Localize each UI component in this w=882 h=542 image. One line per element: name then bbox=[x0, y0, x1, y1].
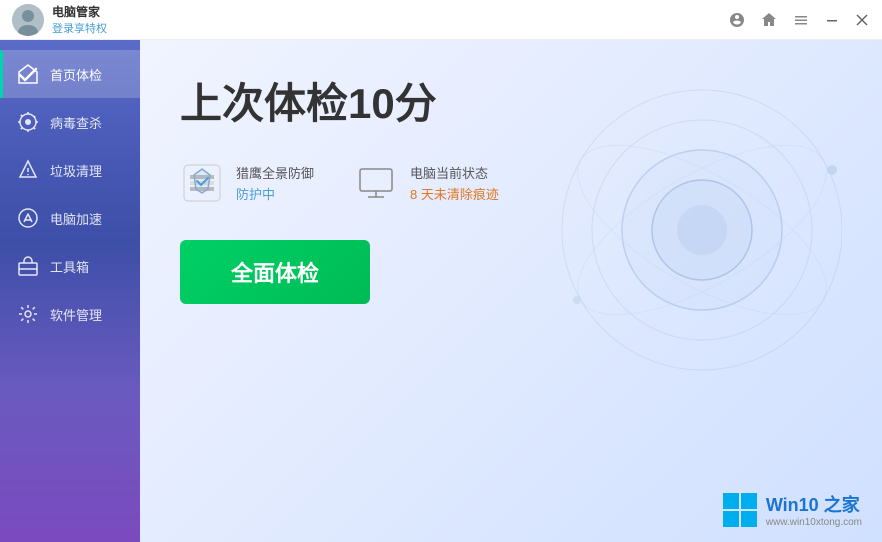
sidebar-item-pc-boost[interactable]: 电脑加速 bbox=[0, 194, 140, 242]
status-card-anti-virus: 猎鹰全景防御 防护中 bbox=[180, 161, 314, 205]
content-area: 上次体检10分 猎鹰全景防御 bbox=[140, 40, 882, 542]
windows-logo bbox=[722, 492, 758, 528]
pc-status-card-info: 电脑当前状态 8 天未清除痕迹 bbox=[410, 163, 499, 203]
software-mgmt-icon bbox=[16, 302, 40, 326]
sidebar-item-toolbox[interactable]: 工具箱 bbox=[0, 242, 140, 290]
virus-scan-icon bbox=[16, 110, 40, 134]
main-layout: 首页体检 病毒查杀 垃圾清理 bbox=[0, 40, 882, 542]
home-check-icon bbox=[16, 62, 40, 86]
title-bar-icons bbox=[728, 11, 870, 29]
sidebar-item-software-mgmt[interactable]: 软件管理 bbox=[0, 290, 140, 338]
avatar[interactable] bbox=[12, 4, 44, 36]
user-info: 电脑管家 登录享特权 bbox=[52, 3, 107, 36]
sidebar-item-virus-scan[interactable]: 病毒查杀 bbox=[0, 98, 140, 146]
skin-icon[interactable] bbox=[728, 11, 746, 29]
watermark-title: Win10 之家 bbox=[766, 491, 862, 517]
sidebar-label-toolbox: 工具箱 bbox=[50, 257, 89, 276]
sidebar-label-software-mgmt: 软件管理 bbox=[50, 305, 102, 324]
sidebar-item-trash-clean[interactable]: 垃圾清理 bbox=[0, 146, 140, 194]
title-bar-left: 电脑管家 登录享特权 bbox=[12, 3, 107, 36]
minimize-button[interactable] bbox=[824, 12, 840, 28]
full-checkup-button[interactable]: 全面体检 bbox=[180, 240, 370, 304]
watermark: Win10 之家 www.win10xtong.com bbox=[722, 491, 862, 528]
sidebar-label-virus-scan: 病毒查杀 bbox=[50, 113, 102, 132]
sidebar-label-pc-boost: 电脑加速 bbox=[50, 209, 102, 228]
pc-status-card-icon bbox=[354, 161, 398, 205]
pc-status-value: 8 天未清除痕迹 bbox=[410, 184, 499, 203]
close-button[interactable] bbox=[854, 12, 870, 28]
sidebar-item-home-check[interactable]: 首页体检 bbox=[0, 50, 140, 98]
bg-decoration bbox=[502, 70, 842, 390]
watermark-url: www.win10xtong.com bbox=[766, 517, 862, 528]
pc-status-title: 电脑当前状态 bbox=[410, 163, 499, 182]
sidebar-label-trash-clean: 垃圾清理 bbox=[50, 161, 102, 180]
status-card-pc-status: 电脑当前状态 8 天未清除痕迹 bbox=[354, 161, 499, 205]
login-text[interactable]: 登录享特权 bbox=[52, 20, 107, 36]
anti-virus-value: 防护中 bbox=[236, 184, 314, 203]
home-icon[interactable] bbox=[760, 11, 778, 29]
menu-icon[interactable] bbox=[792, 11, 810, 29]
watermark-text: Win10 之家 www.win10xtong.com bbox=[766, 491, 862, 528]
anti-virus-card-icon bbox=[180, 161, 224, 205]
trash-clean-icon bbox=[16, 158, 40, 182]
app-title: 电脑管家 bbox=[52, 3, 107, 20]
sidebar: 首页体检 病毒查杀 垃圾清理 bbox=[0, 40, 140, 542]
anti-virus-card-info: 猎鹰全景防御 防护中 bbox=[236, 163, 314, 203]
anti-virus-title: 猎鹰全景防御 bbox=[236, 163, 314, 182]
toolbox-icon bbox=[16, 254, 40, 278]
pc-boost-icon bbox=[16, 206, 40, 230]
title-bar: 电脑管家 登录享特权 bbox=[0, 0, 882, 40]
sidebar-label-home-check: 首页体检 bbox=[50, 65, 102, 84]
